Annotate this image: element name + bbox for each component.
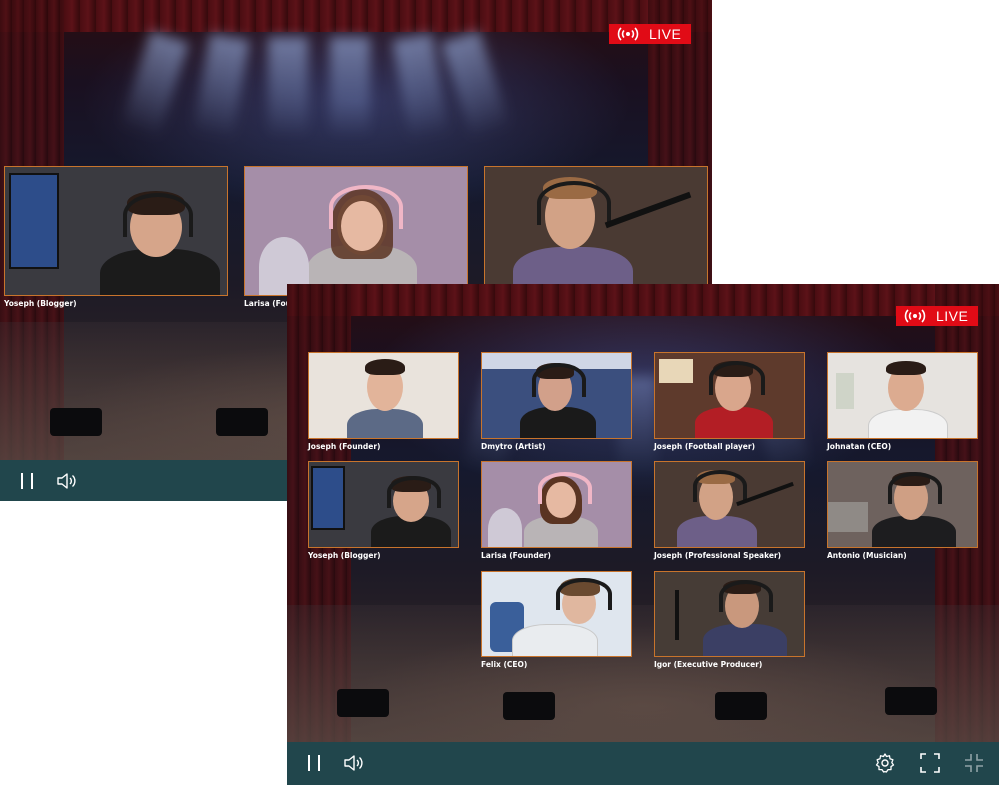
exit-fullscreen-button[interactable] <box>961 750 987 776</box>
broadcast-icon <box>617 27 639 41</box>
participant-tile[interactable]: Dmytro (Artist) <box>481 352 632 451</box>
participant-tile[interactable]: Joseph (Professional Speaker) <box>654 461 805 560</box>
participant-name: Larisa (Fou <box>244 299 291 308</box>
participant-tile[interactable]: Antonio (Musician) <box>827 461 978 560</box>
participant-name: Antonio (Musician) <box>827 551 907 560</box>
participant-tile[interactable]: Joseph (Founder) <box>308 352 459 451</box>
participant-tile[interactable]: Igor (Executive Producer) <box>654 571 805 669</box>
gear-icon <box>874 752 896 774</box>
front-video-player: LIVE Joseph (Founder) Dmytro (Artist) Jo… <box>287 284 999 785</box>
participant-name: Felix (CEO) <box>481 660 528 669</box>
volume-button[interactable] <box>341 750 367 776</box>
fullscreen-icon <box>919 752 941 774</box>
participant-name: Joseph (Football player) <box>654 442 756 451</box>
participant-tile[interactable]: Joseph (Football player) <box>654 352 805 451</box>
pause-button[interactable] <box>301 750 327 776</box>
participant-video <box>654 571 805 657</box>
participant-video <box>827 461 978 548</box>
live-label: LIVE <box>936 308 969 324</box>
participant-name: Yoseph (Blogger) <box>4 299 77 308</box>
participant-video <box>654 461 805 548</box>
participant-video <box>481 352 632 439</box>
front-control-bar <box>287 742 999 785</box>
participant-video <box>484 166 708 296</box>
pause-icon <box>305 753 323 773</box>
participant-tile[interactable]: Yoseph (Blogger) <box>4 166 228 308</box>
broadcast-icon <box>904 309 926 323</box>
participant-video <box>481 571 632 657</box>
participant-name: Igor (Executive Producer) <box>654 660 763 669</box>
participant-name: Larisa (Founder) <box>481 551 551 560</box>
pause-icon <box>18 471 36 491</box>
participant-tile[interactable] <box>484 166 708 296</box>
participant-video <box>827 352 978 439</box>
participant-tile[interactable]: Johnatan (CEO) <box>827 352 978 451</box>
participant-name: Dmytro (Artist) <box>481 442 546 451</box>
live-badge: LIVE <box>609 24 692 44</box>
volume-icon <box>56 472 78 490</box>
participant-tile[interactable]: Felix (CEO) <box>481 571 632 669</box>
participant-tile[interactable]: Yoseph (Blogger) <box>308 461 459 560</box>
participant-name: Yoseph (Blogger) <box>308 551 381 560</box>
participant-name: Johnatan (CEO) <box>827 442 892 451</box>
pause-button[interactable] <box>14 468 40 494</box>
participant-video <box>308 461 459 548</box>
participant-video <box>244 166 468 296</box>
participant-tile[interactable]: Larisa (Founder) <box>481 461 632 560</box>
participant-video <box>4 166 228 296</box>
participant-name: Joseph (Professional Speaker) <box>654 551 782 560</box>
exit-fullscreen-icon <box>963 752 985 774</box>
participant-video <box>308 352 459 439</box>
fullscreen-button[interactable] <box>917 750 943 776</box>
participant-tile[interactable]: Larisa (Fou <box>244 166 468 308</box>
volume-icon <box>343 754 365 772</box>
live-label: LIVE <box>649 26 682 42</box>
live-badge: LIVE <box>896 306 979 326</box>
settings-button[interactable] <box>872 750 898 776</box>
participant-name: Joseph (Founder) <box>308 442 381 451</box>
volume-button[interactable] <box>54 468 80 494</box>
participant-video <box>481 461 632 548</box>
participant-video <box>654 352 805 439</box>
